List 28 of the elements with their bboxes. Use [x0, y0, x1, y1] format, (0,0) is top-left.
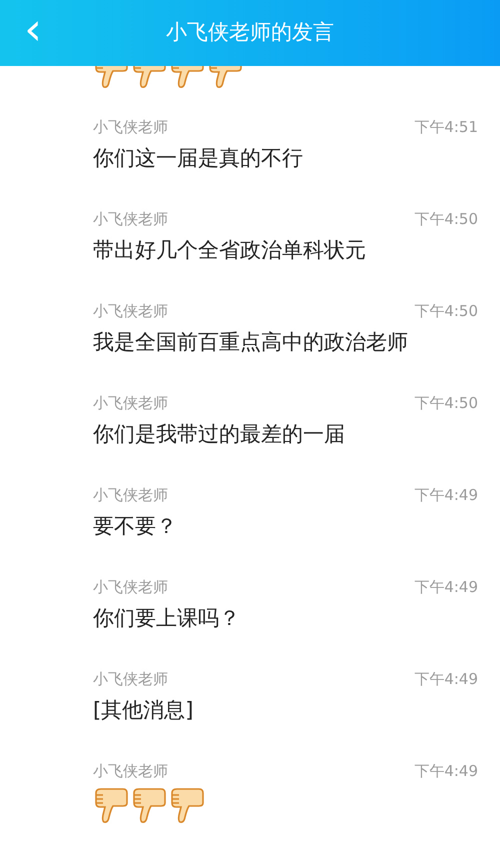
- message-text: 带出好几个全省政治单科状元: [93, 238, 366, 262]
- message-time: 下午4:49: [414, 761, 478, 781]
- message-text: [其他消息]: [93, 698, 194, 722]
- message-text: 你们要上课吗？: [93, 606, 240, 630]
- message-time: 下午4:50: [414, 301, 478, 321]
- sender-name: 小飞侠老师: [93, 485, 168, 505]
- message-text: 你们是我带过的最差的一届: [93, 422, 345, 446]
- message-time: 下午4:50: [414, 209, 478, 229]
- sender-name: 小飞侠老师: [93, 117, 168, 137]
- sender-name: 小飞侠老师: [93, 301, 168, 321]
- message-time: 下午4:49: [414, 669, 478, 689]
- message-time: 下午4:50: [414, 393, 478, 413]
- message-text: 我是全国前百重点高中的政治老师: [93, 330, 408, 354]
- message-text: 要不要？: [93, 514, 177, 538]
- back-button[interactable]: ‹: [18, 8, 48, 58]
- sender-name: 小飞侠老师: [93, 209, 168, 229]
- window-title: 小飞侠老师的发言: [166, 19, 334, 46]
- message-time: 下午4:51: [414, 117, 478, 137]
- message-text: 你们这一届是真的不行: [93, 146, 303, 170]
- thumbs-down-icon: [169, 787, 205, 825]
- sender-name: 小飞侠老师: [93, 761, 168, 781]
- message-time: 下午4:49: [414, 577, 478, 597]
- sender-name: 小飞侠老师: [93, 577, 168, 597]
- thumbs-down-icon: [131, 787, 167, 825]
- sender-name: 小飞侠老师: [93, 393, 168, 413]
- thumbs-down-icon: [93, 787, 129, 825]
- sender-name: 小飞侠老师: [93, 669, 168, 689]
- message-time: 下午4:49: [414, 485, 478, 505]
